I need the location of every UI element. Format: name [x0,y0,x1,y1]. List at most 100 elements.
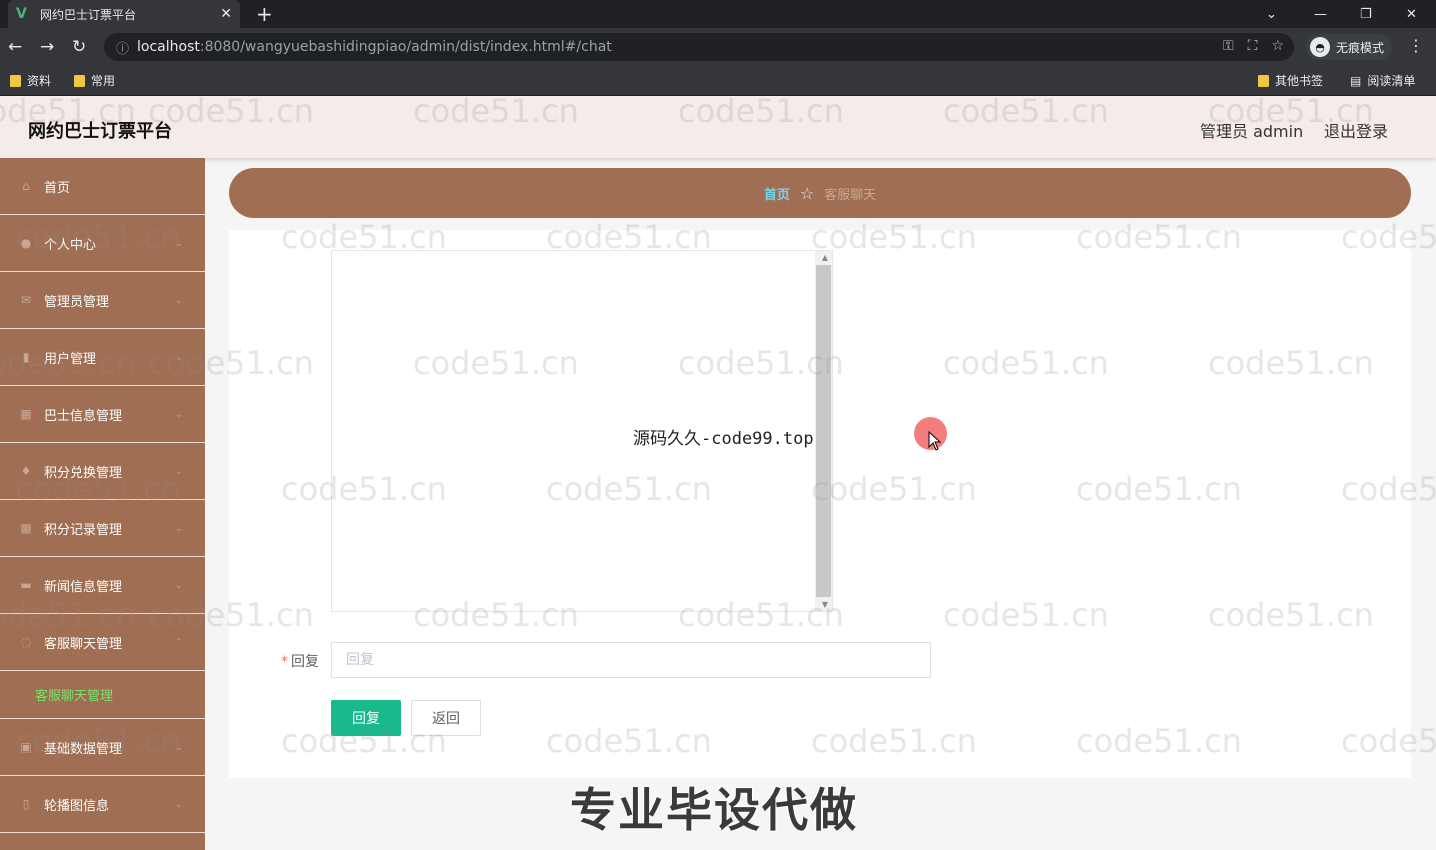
scroll-down-icon[interactable]: ▼ [822,600,828,609]
chevron-down-icon: ⌄ [174,294,183,306]
other-bookmarks[interactable]: 其他书签 [1258,72,1323,89]
site-info-icon[interactable]: ⓘ [116,38,129,57]
reading-list[interactable]: ▤ 阅读清单 [1350,72,1415,89]
sidebar-item-label: 用户管理 [44,351,97,367]
scroll-thumb[interactable] [816,265,831,597]
reload-icon[interactable]: ↻ [72,37,86,57]
chevron-down-icon: ⌄ [174,351,183,363]
promo-overlay-text: 专业毕设代做 [570,783,858,837]
new-tab-button[interactable]: + [256,2,273,26]
chat-scrollbar[interactable]: ▲ ▼ [815,251,832,611]
sidebar-item-label: 基础数据管理 [44,741,123,757]
bookmark-folder-changyong[interactable]: 常用 [74,72,115,89]
sidebar-item-home[interactable]: ⌂ 首页 [0,158,205,215]
url-host: localhost [137,39,200,55]
chevron-down-icon: ⌄ [174,579,183,591]
sidebar-item-label: 客服聊天管理 [44,636,123,652]
reading-list-icon: ▤ [1350,73,1362,88]
grid-icon: ▩ [20,521,32,535]
mail-icon: ✉ [20,293,32,307]
carousel-icon: ▯ [22,797,30,811]
sidebar-item-label: 巴士信息管理 [44,408,123,424]
sidebar-item-label: 首页 [44,180,71,196]
sidebar-item-label: 积分记录管理 [44,522,123,538]
reply-field-label: * 回复 [281,651,319,671]
admin-label: 管理员 admin [1200,122,1304,141]
breadcrumb: 首页 ☆ 客服聊天 [229,168,1411,218]
user-icon: ● [20,236,32,250]
reply-input[interactable] [331,642,931,678]
url-path: :8080/wangyuebashidingpiao/admin/dist/in… [199,39,612,55]
bookmark-label: 常用 [91,74,116,88]
chevron-down-icon: ⌄ [174,798,183,810]
sidebar-item-personal-center[interactable]: ● 个人中心 ⌄ [0,215,205,272]
news-icon: ▬ [20,578,32,592]
sidebar-item-news-manage[interactable]: ▬ 新闻信息管理 ⌄ [0,557,205,614]
sidebar-item-base-data[interactable]: ▣ 基础数据管理 ⌄ [0,719,205,776]
back-button[interactable]: 返回 [411,700,481,736]
folder-icon [74,74,85,87]
chevron-down-icon: ⌄ [174,741,183,753]
bookmark-label: 资料 [27,74,52,88]
browser-toolbar: ← → ↻ ⓘ localhost :8080/wangyuebashiding… [0,28,1436,66]
scroll-up-icon[interactable]: ▲ [822,253,828,262]
tab-close-icon[interactable]: ✕ [220,6,232,22]
reply-label-text: 回复 [291,654,319,670]
bookmarks-bar: 资料 常用 其他书签 ▤ 阅读清单 [0,66,1436,96]
logout-button[interactable]: 退出登录 [1324,118,1388,142]
required-mark: * [281,654,288,670]
key-icon[interactable]: ⚿ [1223,38,1234,54]
folder-icon [10,74,21,87]
exchange-icon: ♦ [20,464,32,478]
sidebar-item-label: 积分兑换管理 [44,465,123,481]
reply-button[interactable]: 回复 [331,700,401,736]
browser-tab[interactable]: V 网约巴士订票平台 ✕ [8,0,240,28]
restore-icon[interactable]: ❐ [1360,0,1372,28]
sidebar-item-bus-manage[interactable]: ▦ 巴士信息管理 ⌄ [0,386,205,443]
chat-panel: ▲ ▼ *回复 回复 返回 [229,230,1411,778]
minimize-icon[interactable]: — [1314,0,1327,28]
other-bookmarks-label: 其他书签 [1275,74,1324,88]
vue-favicon-icon: V [16,6,27,22]
sidebar-item-admin-manage[interactable]: ✉ 管理员管理 ⌄ [0,272,205,329]
chevron-down-icon: ⌄ [174,522,183,534]
home-icon: ⌂ [22,179,30,193]
chevron-down-icon: ⌄ [174,237,183,249]
sidebar-item-label: 个人中心 [44,237,97,253]
forward-arrow-icon[interactable]: → [40,37,54,57]
chevron-down-icon: ⌄ [174,408,183,420]
sidebar-subitem-chat-manage[interactable]: 客服聊天管理 [0,671,205,719]
sidebar-item-points-record[interactable]: ▩ 积分记录管理 ⌄ [0,500,205,557]
app-title: 网约巴士订票平台 [28,121,172,142]
address-bar[interactable]: ⓘ localhost :8080/wangyuebashidingpiao/a… [104,33,1294,61]
sidebar-item-label: 管理员管理 [44,294,110,310]
chat-icon: ◌ [20,635,32,649]
sidebar-item-chat-manage[interactable]: ◌ 客服聊天管理 ⌃ [0,614,205,671]
sidebar: ⌂ 首页 ● 个人中心 ⌄ ✉ 管理员管理 ⌄ ▮ 用户管理 ⌄ ▦ 巴士信息管… [0,158,205,850]
back-arrow-icon[interactable]: ← [8,37,22,57]
reading-list-label: 阅读清单 [1367,74,1416,88]
sidebar-item-label: 新闻信息管理 [44,579,123,595]
browser-tab-strip: V 网约巴士订票平台 ✕ + ⌄ — ❐ ✕ [0,0,1436,28]
tab-search-icon[interactable]: ⌄ [1266,0,1277,28]
overlay-center-text: 源码久久-code99.top [633,429,814,449]
browser-menu-icon[interactable]: ⋮ [1408,36,1424,55]
chevron-up-icon: ⌃ [174,636,183,648]
window-close-icon[interactable]: ✕ [1406,0,1417,28]
bookmark-folder-ziliao[interactable]: 资料 [10,72,51,89]
breadcrumb-home[interactable]: 首页 [764,184,790,203]
chevron-down-icon: ⌄ [174,465,183,477]
bus-icon: ▦ [20,407,32,421]
folder-icon [1258,74,1269,87]
sidebar-item-carousel[interactable]: ▯ 轮播图信息 ⌄ [0,776,205,833]
incognito-label: 无痕模式 [1336,40,1385,55]
sidebar-item-user-manage[interactable]: ▮ 用户管理 ⌄ [0,329,205,386]
mouse-cursor-icon [928,431,942,451]
star-icon: ☆ [799,183,815,203]
incognito-badge[interactable]: ◓ 无痕模式 [1306,34,1393,60]
translate-icon[interactable]: ⛶ [1248,38,1258,54]
sidebar-item-points-exchange[interactable]: ♦ 积分兑换管理 ⌄ [0,443,205,500]
bookmark-star-icon[interactable]: ☆ [1271,38,1284,54]
data-icon: ▣ [20,740,32,754]
tab-title: 网约巴士订票平台 [40,7,137,22]
